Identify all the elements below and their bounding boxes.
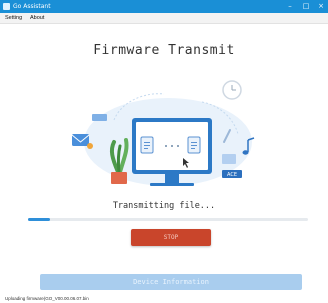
file-icon-left	[140, 136, 154, 154]
transfer-illustration: ACE	[71, 80, 255, 186]
app-icon	[3, 3, 10, 10]
minimize-button[interactable]: –	[282, 0, 298, 13]
file-icon-right	[187, 136, 201, 154]
main-content: Firmware Transmit ACE Transmitting file.…	[0, 24, 328, 294]
window-title: Go Assistant	[13, 3, 51, 10]
progress-fill	[28, 218, 51, 221]
transfer-status: Transmitting file...	[112, 201, 216, 211]
device-information-button[interactable]: Device Information	[40, 274, 302, 290]
ace-badge-text: ACE	[227, 172, 237, 178]
page-title: Firmware Transmit	[93, 43, 235, 58]
maximize-button[interactable]: □	[298, 0, 314, 13]
window-titlebar: Go Assistant – □ ×	[0, 0, 328, 13]
progress-bar	[28, 218, 308, 221]
keyboard-icon	[92, 114, 107, 121]
menu-item-setting[interactable]: Setting	[5, 13, 22, 23]
status-bar: Uploading firmware(GO_V00.00.06.07.bin	[0, 294, 328, 303]
clock-icon	[222, 80, 242, 100]
small-screen-icon	[222, 154, 236, 164]
menu-item-about[interactable]: About	[30, 13, 44, 23]
menu-bar: Setting About	[0, 13, 328, 24]
stop-button[interactable]: STOP	[131, 229, 211, 246]
close-button[interactable]: ×	[313, 0, 328, 13]
status-bar-text: Uploading firmware(GO_V00.00.06.07.bin	[5, 296, 89, 301]
plant-icon	[109, 138, 129, 184]
